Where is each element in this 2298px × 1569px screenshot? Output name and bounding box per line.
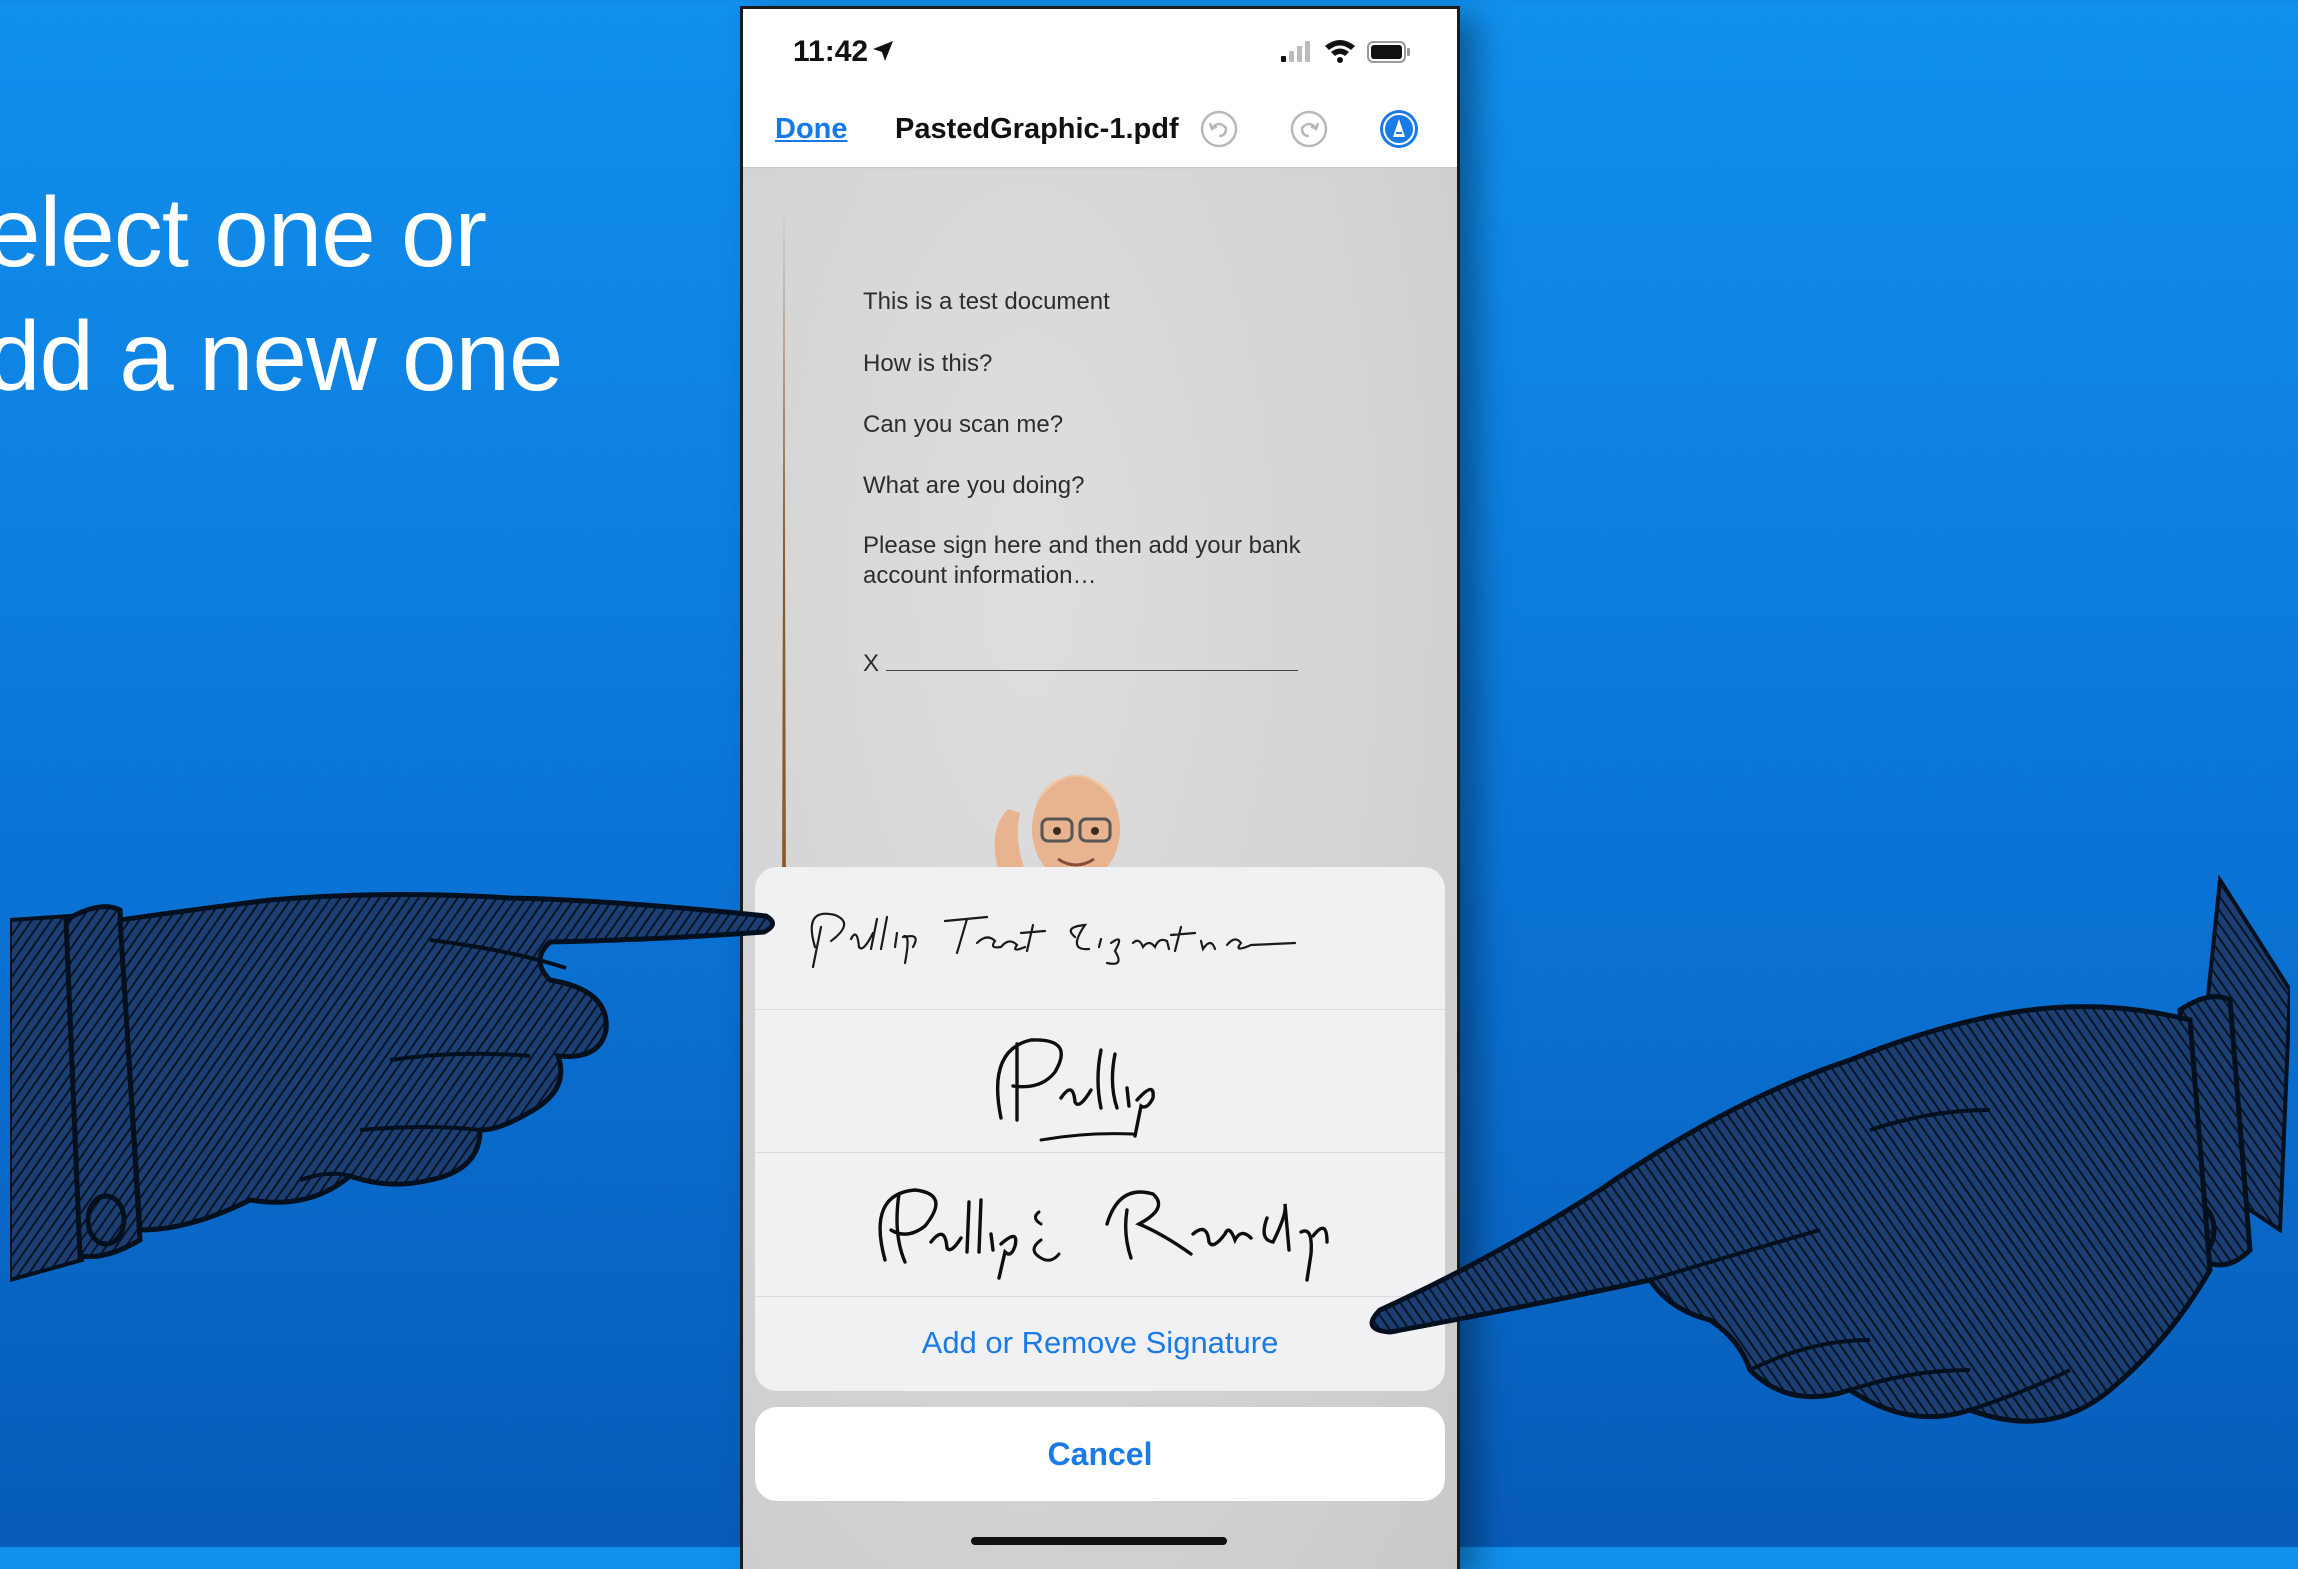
headline-line-2: dd a new one [0, 301, 563, 411]
pointing-hand-right-icon [1369, 874, 2290, 1424]
undo-icon[interactable] [1199, 109, 1239, 149]
done-button[interactable]: Done [775, 113, 848, 146]
signature-line: X [863, 649, 1298, 679]
doc-line-2: How is this? [863, 350, 993, 377]
cellular-signal-icon [1281, 41, 1310, 62]
signature-3-drawing [878, 1188, 1329, 1282]
signature-rule [885, 670, 1298, 671]
slide-headline: elect one or dd a new one [0, 170, 563, 418]
doc-line-6: account information… [863, 562, 1097, 589]
signature-option-3[interactable] [755, 1154, 1445, 1297]
redo-icon[interactable] [1289, 109, 1329, 149]
file-title: PastedGraphic-1.pdf [895, 113, 1179, 145]
cancel-button[interactable]: Cancel [755, 1407, 1445, 1501]
battery-icon [1367, 41, 1410, 63]
doc-line-5: Please sign here and then add your bank [863, 532, 1301, 559]
doc-line-4: What are you doing? [863, 472, 1085, 499]
nav-bar: Done PastedGraphic-1.pdf [743, 93, 1457, 168]
status-time: 11:42 [793, 35, 869, 68]
signature-sheet: Add or Remove Signature [755, 867, 1445, 1391]
home-indicator [971, 1537, 1227, 1545]
doc-line-3: Can you scan me? [863, 411, 1064, 438]
pencil-mark [782, 205, 786, 905]
add-or-remove-signature-button[interactable]: Add or Remove Signature [755, 1299, 1445, 1391]
location-arrow-icon [873, 41, 893, 61]
signature-option-2[interactable] [755, 1010, 1445, 1153]
wifi-icon [1325, 40, 1355, 63]
pointing-hand-left-icon [10, 891, 775, 1283]
signature-2-drawing [995, 1038, 1155, 1142]
markup-pen-icon[interactable] [1379, 109, 1419, 149]
signature-x: X [863, 650, 880, 677]
signature-1-drawing [810, 912, 1297, 969]
headline-line-1: elect one or [0, 177, 487, 287]
doc-line-1: This is a test document [863, 288, 1110, 315]
signature-option-1[interactable] [755, 867, 1445, 1010]
status-bar: 11:42 [743, 9, 1457, 99]
